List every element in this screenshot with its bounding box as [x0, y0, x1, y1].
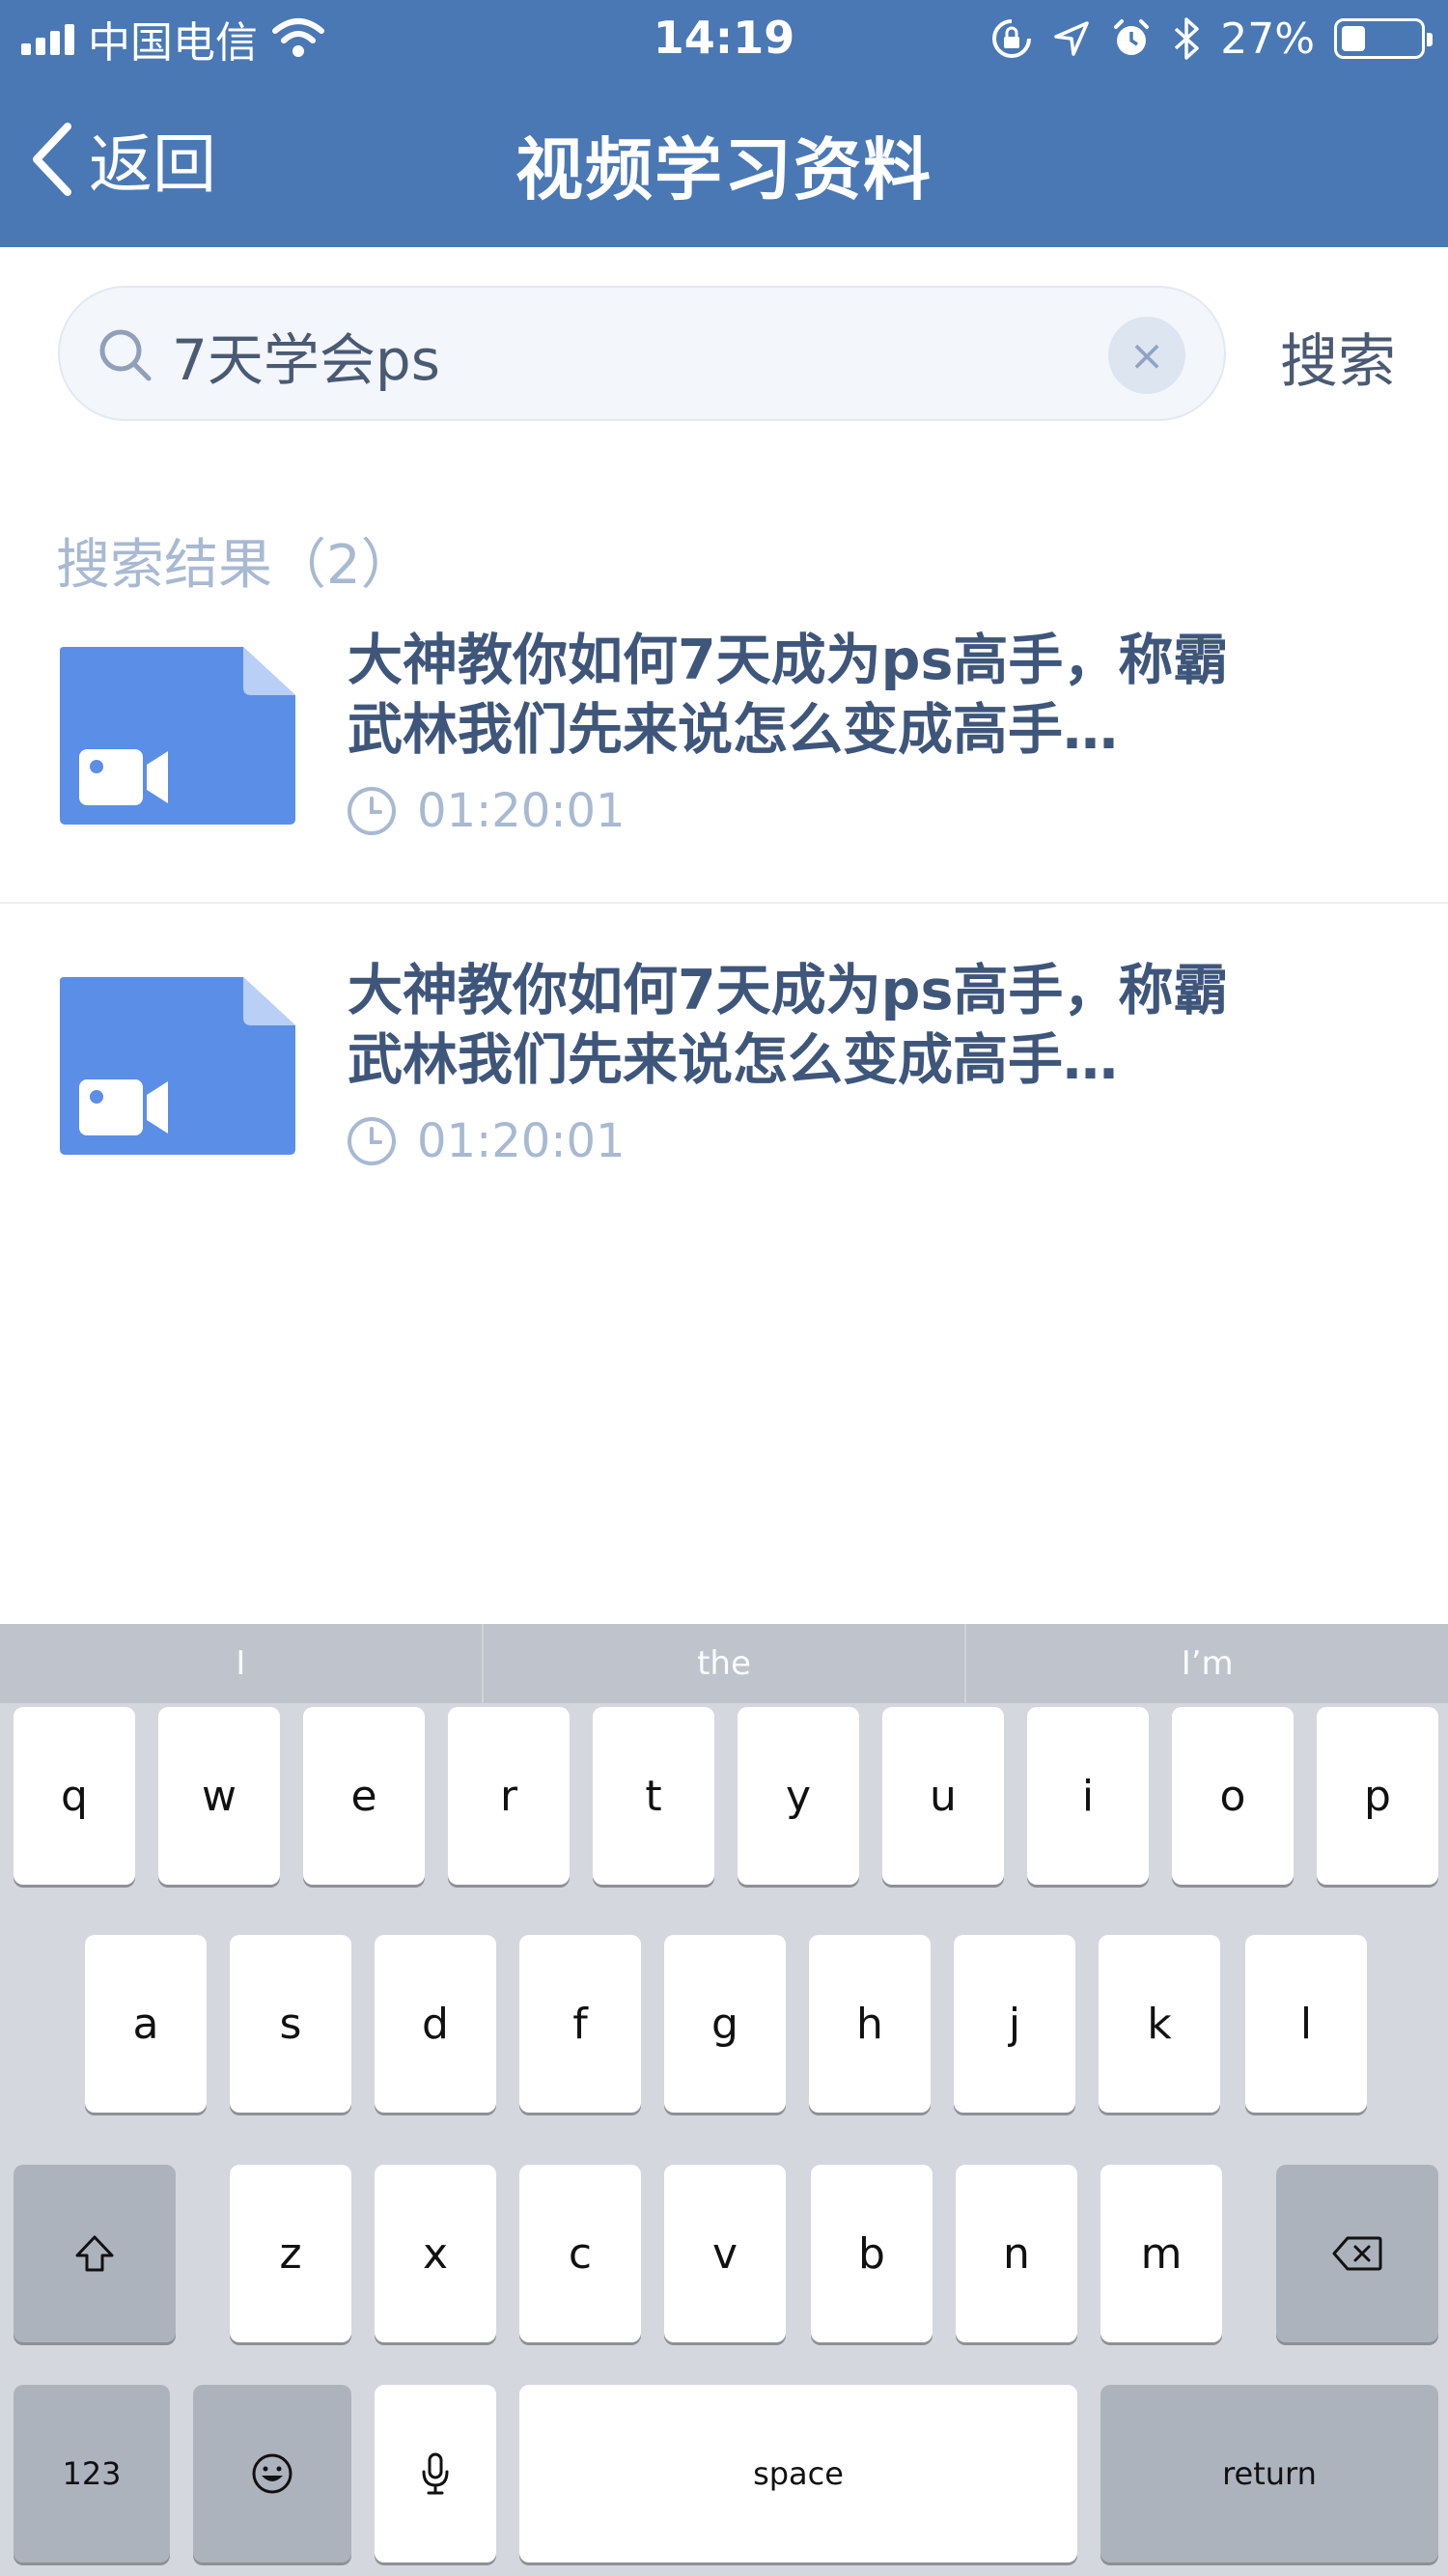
result-title-line: 大神教你如何7天成为ps高手，称霸 — [348, 959, 1229, 1022]
key-t[interactable]: t — [593, 1707, 714, 1885]
key-w[interactable]: w — [158, 1707, 280, 1885]
search-button[interactable]: 搜索 — [1280, 315, 1396, 399]
key-y[interactable]: y — [738, 1707, 859, 1885]
orientation-lock-icon — [992, 19, 1032, 58]
app-header: 中国电信 14:19 27% 返回 视频学习资料 — [0, 0, 1448, 247]
key-f[interactable]: f — [519, 1935, 641, 2113]
results-count-label: 搜索结果（2） — [56, 534, 415, 597]
key-c[interactable]: c — [519, 2165, 641, 2342]
search-input[interactable] — [172, 307, 1137, 404]
nav-bar: 返回 视频学习资料 — [0, 93, 1448, 228]
result-duration: 01:20:01 — [346, 784, 626, 838]
clock-icon — [348, 787, 396, 835]
backspace-icon — [1332, 2236, 1382, 2271]
status-bar: 中国电信 14:19 27% — [0, 0, 1448, 77]
alarm-icon — [1114, 19, 1150, 55]
key-g[interactable]: g — [664, 1935, 786, 2113]
battery-icon — [1334, 18, 1433, 59]
key-r[interactable]: r — [448, 1707, 570, 1885]
numbers-key[interactable]: 123 — [14, 2385, 170, 2562]
key-i[interactable]: i — [1027, 1707, 1149, 1885]
key-s[interactable]: s — [230, 1935, 351, 2113]
key-n[interactable]: n — [956, 2165, 1077, 2342]
key-o[interactable]: o — [1172, 1707, 1294, 1885]
duration-text: 01:20:01 — [417, 1114, 626, 1168]
key-k[interactable]: k — [1099, 1935, 1220, 2113]
key-l[interactable]: l — [1245, 1935, 1367, 2113]
emoji-icon — [252, 2453, 292, 2494]
key-z[interactable]: z — [230, 2165, 351, 2342]
backspace-key[interactable] — [1276, 2165, 1438, 2342]
suggestion-item[interactable]: I — [0, 1624, 484, 1703]
shift-key[interactable] — [14, 2165, 176, 2342]
divider — [0, 902, 1448, 904]
video-file-icon — [60, 647, 295, 825]
microphone-key[interactable] — [375, 2385, 496, 2562]
result-title-line: 武林我们先来说怎么变成高手… — [348, 698, 1118, 762]
key-b[interactable]: b — [811, 2165, 933, 2342]
search-bar: × 搜索 — [0, 247, 1448, 440]
key-u[interactable]: u — [882, 1707, 1004, 1885]
result-title: 大神教你如何7天成为ps高手，称霸 武林我们先来说怎么变成高手… — [348, 956, 1313, 1095]
duration-text: 01:20:01 — [417, 784, 626, 838]
result-item[interactable]: 大神教你如何7天成为ps高手，称霸 武林我们先来说怎么变成高手… 01:20:0… — [0, 929, 1448, 1259]
key-e[interactable]: e — [303, 1707, 425, 1885]
emoji-key[interactable] — [193, 2385, 351, 2562]
space-key[interactable]: space — [519, 2385, 1077, 2562]
shift-icon — [75, 2235, 114, 2272]
microphone-icon — [422, 2452, 449, 2495]
result-duration: 01:20:01 — [346, 1114, 626, 1168]
key-m[interactable]: m — [1100, 2165, 1222, 2342]
location-icon — [1054, 21, 1089, 56]
key-x[interactable]: x — [375, 2165, 496, 2342]
key-h[interactable]: h — [809, 1935, 931, 2113]
battery-fill — [1342, 26, 1365, 51]
video-file-icon — [60, 977, 295, 1155]
keyboard: I the I’m q w e r t y u i o p a s d f g … — [0, 1624, 1448, 2576]
bluetooth-icon — [1175, 17, 1199, 60]
key-d[interactable]: d — [375, 1935, 496, 2113]
suggestion-bar: I the I’m — [0, 1624, 1448, 1703]
result-title-line: 大神教你如何7天成为ps高手，称霸 — [348, 629, 1229, 692]
battery-percent: 27% — [1220, 14, 1315, 64]
result-title-line: 武林我们先来说怎么变成高手… — [348, 1028, 1118, 1092]
suggestion-item[interactable]: I’m — [966, 1624, 1448, 1703]
page-title: 视频学习资料 — [515, 130, 933, 210]
key-v[interactable]: v — [664, 2165, 786, 2342]
status-right: 27% — [990, 14, 1433, 64]
result-title: 大神教你如何7天成为ps高手，称霸 武林我们先来说怎么变成高手… — [348, 626, 1313, 765]
search-icon — [99, 329, 152, 381]
key-a[interactable]: a — [85, 1935, 207, 2113]
key-j[interactable]: j — [954, 1935, 1075, 2113]
key-p[interactable]: p — [1317, 1707, 1438, 1885]
suggestion-item[interactable]: the — [484, 1624, 967, 1703]
search-field[interactable]: × — [58, 286, 1226, 421]
return-key[interactable]: return — [1100, 2385, 1438, 2562]
result-item[interactable]: 大神教你如何7天成为ps高手，称霸 武林我们先来说怎么变成高手… 01:20:0… — [0, 599, 1448, 929]
clock-icon — [348, 1117, 396, 1165]
close-icon: × — [1128, 330, 1165, 380]
clear-search-button[interactable]: × — [1108, 317, 1185, 394]
key-q[interactable]: q — [14, 1707, 135, 1885]
